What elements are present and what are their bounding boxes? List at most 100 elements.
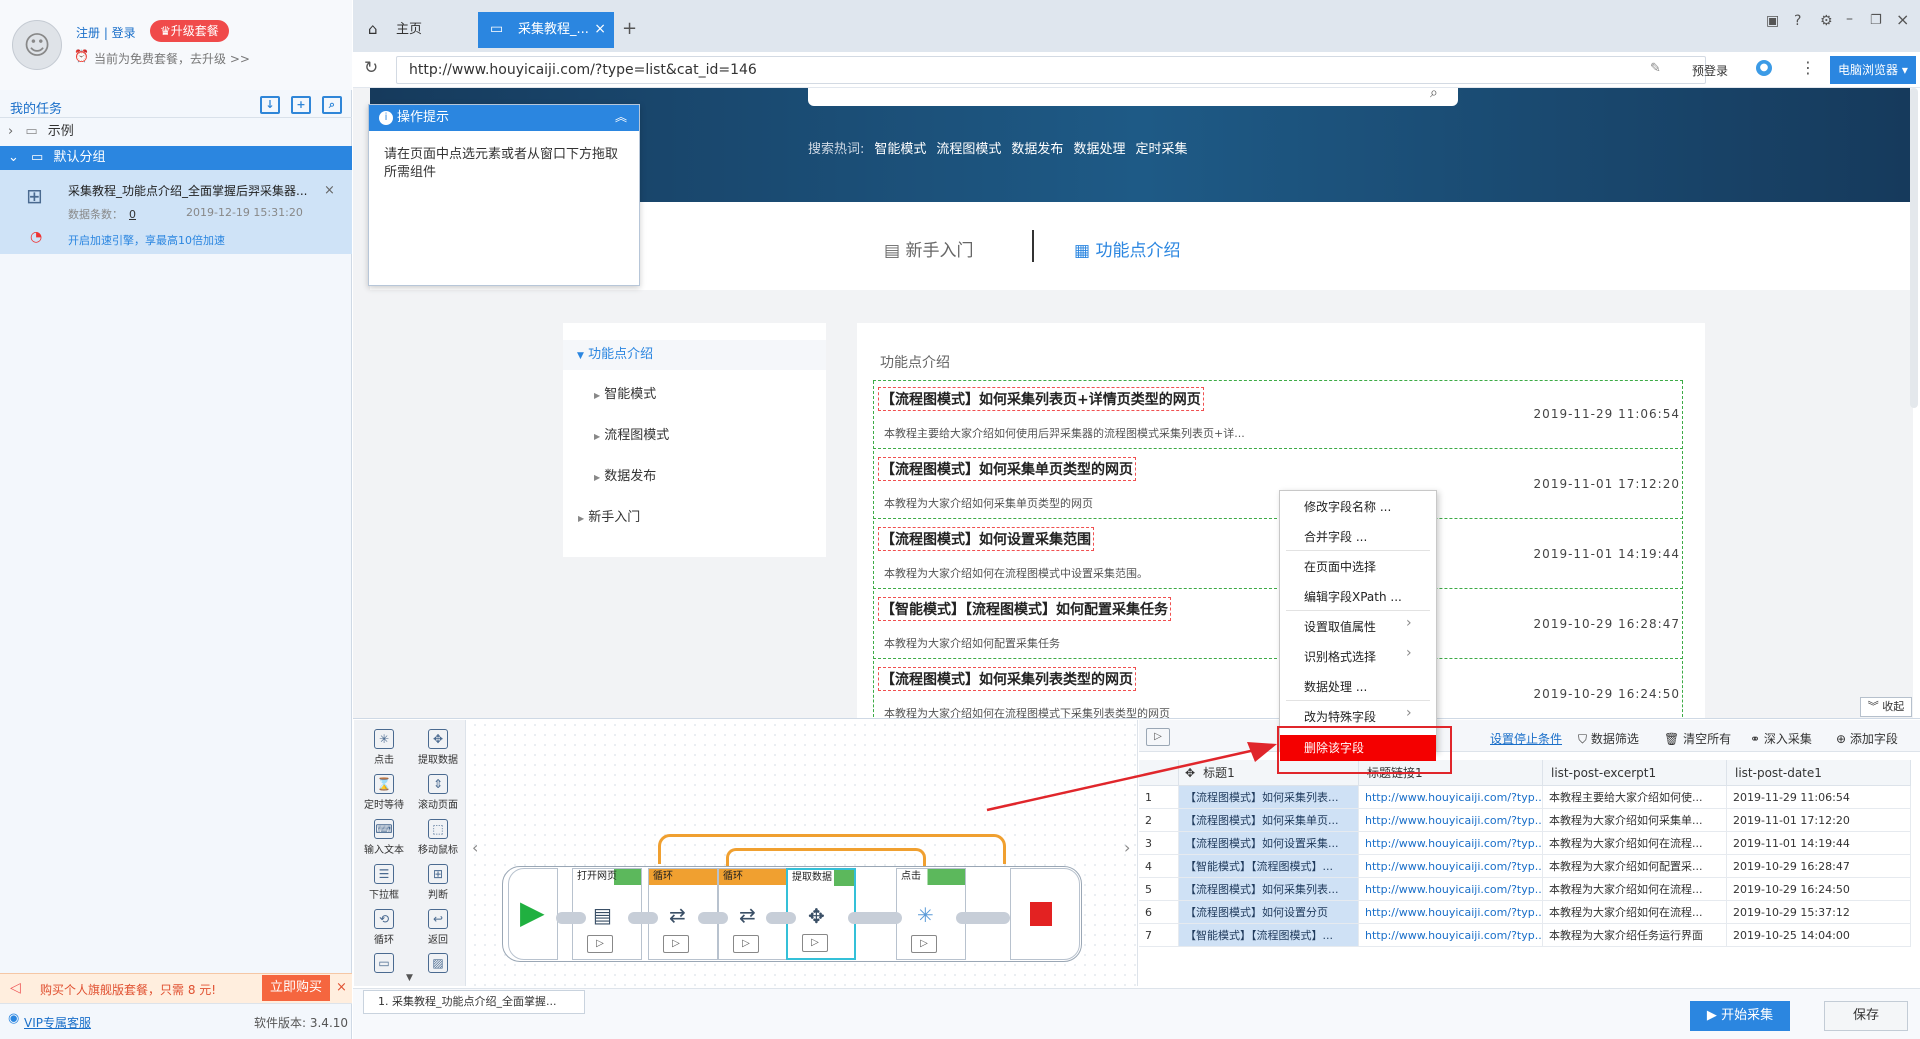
edit-icon[interactable]: ✎	[1650, 62, 1661, 75]
tip-header[interactable]: i 操作提示 ︽	[369, 105, 639, 131]
start-collect-button[interactable]: ▶ 开始采集	[1690, 1001, 1790, 1031]
deep-collect-button[interactable]: ⚭ 深入采集	[1750, 730, 1812, 747]
side-nav-item[interactable]: ▶ 数据发布	[594, 465, 656, 484]
menu-merge-field[interactable]: 合并字段 ...	[1304, 528, 1367, 545]
article-title[interactable]: 【流程图模式】如何设置采集范围	[878, 527, 1094, 551]
table-cell[interactable]: http://www.houyicaiji.com/?typ...	[1359, 901, 1543, 924]
menu-data-process[interactable]: 数据处理 ...	[1304, 678, 1367, 695]
article-title[interactable]: 【智能模式】【流程图模式】如何配置采集任务	[878, 597, 1171, 621]
flow-node-extract[interactable]: 提取数据 ✥ ▷	[786, 868, 856, 960]
article-title[interactable]: 【流程图模式】如何采集单页类型的网页	[878, 457, 1136, 481]
article-item[interactable]: 【流程图模式】如何采集列表页+详情页类型的网页 2019-11-29 11:06:…	[873, 381, 1683, 449]
save-button[interactable]: 保存	[1824, 1001, 1908, 1031]
menu-rename-field[interactable]: 修改字段名称 ...	[1304, 498, 1391, 515]
palette-scroll[interactable]: ⇕ 滚动页面	[412, 771, 464, 815]
palette-click[interactable]: ✳ 点击	[358, 726, 410, 770]
table-cell[interactable]: 本教程为大家介绍任务运行界面	[1543, 924, 1727, 947]
hot-word[interactable]: 数据处理	[1073, 142, 1125, 157]
palette-input[interactable]: ⌨ 输入文本	[358, 816, 410, 860]
close-icon[interactable]: ×	[594, 22, 606, 36]
table-cell[interactable]: 2019-10-25 14:04:00	[1727, 924, 1911, 947]
chevron-left-icon[interactable]: ‹	[472, 840, 478, 856]
new-task-icon[interactable]: +	[291, 96, 311, 114]
article-item[interactable]: 【流程图模式】如何采集单页类型的网页 2019-11-01 17:12:20 本教程…	[873, 451, 1683, 519]
menu-format[interactable]: 识别格式选择 ›	[1304, 646, 1412, 665]
filter-button[interactable]: ⛉ 数据筛选	[1578, 730, 1639, 747]
plan-text[interactable]: 当前为免费套餐，去升级 >>	[94, 50, 250, 67]
refresh-icon[interactable]: ↻	[364, 60, 378, 77]
group-default[interactable]: ⌄ ▭ 默认分组	[0, 146, 352, 170]
table-cell[interactable]: 2019-11-01 17:12:20	[1727, 809, 1911, 832]
prelogin-button[interactable]: 预登录	[1692, 62, 1728, 79]
palette-mouse[interactable]: ⬚ 移动鼠标	[412, 816, 464, 860]
site-tab-features[interactable]: ▦ 功能点介绍	[1074, 236, 1180, 261]
side-nav-item[interactable]: ▶ 智能模式	[594, 383, 656, 402]
side-nav-title[interactable]: ▼ 功能点介绍	[563, 340, 826, 370]
article-item[interactable]: 【流程图模式】如何采集列表类型的网页 2019-10-29 16:24:50 本教程…	[873, 661, 1683, 720]
upgrade-button[interactable]: ♛升级套餐	[150, 20, 229, 42]
palette-wait[interactable]: ⌛ 定时等待	[358, 771, 410, 815]
account-icon[interactable]: ●	[1756, 60, 1772, 76]
node-play-icon[interactable]: ▷	[802, 934, 828, 952]
group-example[interactable]: › ▭ 示例	[0, 120, 352, 144]
avatar[interactable]: ☺	[12, 20, 62, 70]
table-cell[interactable]: 本教程为大家介绍如何配置采...	[1543, 855, 1727, 878]
table-cell[interactable]: http://www.houyicaiji.com/?typ...	[1359, 832, 1543, 855]
hot-word[interactable]: 流程图模式	[936, 142, 1001, 157]
url-input[interactable]: http://www.houyicaiji.com/?type=list&cat…	[396, 56, 1706, 84]
search-task-icon[interactable]: ⌕	[322, 96, 342, 114]
table-cell[interactable]: 2019-10-29 15:37:12	[1727, 901, 1911, 924]
menu-edit-xpath[interactable]: 编辑字段XPath ...	[1304, 588, 1402, 605]
palette-extract[interactable]: ✥ 提取数据	[412, 726, 464, 770]
close-icon[interactable]: ×	[336, 981, 347, 994]
hot-word[interactable]: 定时采集	[1135, 142, 1187, 157]
new-tab-icon[interactable]: +	[622, 20, 637, 38]
table-cell[interactable]: 本教程为大家介绍如何在流程...	[1543, 832, 1727, 855]
table-cell[interactable]: 2019-10-29 16:24:50	[1727, 878, 1911, 901]
help-icon[interactable]: ?	[1794, 14, 1801, 28]
search-icon[interactable]: ⌕	[1430, 86, 1438, 100]
minimize-icon[interactable]: –	[1846, 12, 1853, 26]
count-value[interactable]: 0	[129, 208, 136, 221]
menu-value-attr[interactable]: 设置取值属性 ›	[1304, 616, 1412, 635]
tab-home[interactable]: ⌂ 主页	[356, 12, 476, 48]
node-play-icon[interactable]: ▷	[663, 935, 689, 953]
hot-word[interactable]: 智能模式	[874, 142, 926, 157]
table-cell[interactable]: http://www.houyicaiji.com/?typ...	[1359, 924, 1543, 947]
boost-link[interactable]: 开启加速引擎，享最高10倍加速	[68, 232, 225, 248]
table-cell[interactable]: 本教程为大家介绍如何采集单...	[1543, 809, 1727, 832]
add-field-button[interactable]: ⊕ 添加字段	[1836, 730, 1898, 747]
table-cell[interactable]: 2019-11-29 11:06:54	[1727, 786, 1911, 809]
tab-tutorial[interactable]: ▭ 采集教程_... ×	[478, 12, 614, 48]
more-icon[interactable]: ⋮	[1800, 60, 1816, 76]
side-nav-item[interactable]: ▶ 新手入门	[578, 506, 640, 525]
close-icon[interactable]: ×	[324, 184, 335, 197]
vip-service-link[interactable]: VIP专属客服	[24, 1014, 91, 1031]
window-close-icon[interactable]: ×	[1896, 12, 1909, 28]
table-header[interactable]: list-post-excerpt1	[1543, 760, 1727, 786]
settings-icon[interactable]: ⚙	[1820, 14, 1833, 28]
palette-loop[interactable]: ⟲ 循环	[358, 906, 410, 950]
site-tab-beginner[interactable]: ▤ 新手入门	[884, 236, 973, 261]
menu-select-in-page[interactable]: 在页面中选择	[1304, 558, 1376, 575]
article-title[interactable]: 【流程图模式】如何采集列表类型的网页	[878, 667, 1136, 691]
table-cell[interactable]: 【智能模式】【流程图模式】...	[1179, 924, 1359, 947]
node-play-icon[interactable]: ▷	[733, 935, 759, 953]
node-play-icon[interactable]: ▷	[587, 935, 613, 953]
import-icon[interactable]: ↓	[260, 96, 280, 114]
table-cell[interactable]: 【流程图模式】如何采集列表...	[1179, 878, 1359, 901]
table-header[interactable]: list-post-date1	[1727, 760, 1911, 786]
collapse-button[interactable]: ︾ 收起	[1860, 697, 1912, 717]
palette-more-2[interactable]: ▨	[412, 950, 464, 980]
palette-dropdown[interactable]: ☰ 下拉框	[358, 861, 410, 905]
palette-more[interactable]: ▭	[358, 950, 410, 980]
chevron-down-icon[interactable]: ▼	[406, 974, 413, 983]
browser-select[interactable]: 电脑浏览器 ▾	[1830, 56, 1916, 84]
table-cell[interactable]: 本教程主要给大家介绍如何使...	[1543, 786, 1727, 809]
stop-condition-link[interactable]: 设置停止条件	[1490, 730, 1562, 747]
web-scrollbar[interactable]	[1910, 88, 1918, 408]
table-cell[interactable]: http://www.houyicaiji.com/?typ...	[1359, 786, 1543, 809]
table-cell[interactable]: 本教程为大家介绍如何在流程...	[1543, 878, 1727, 901]
login-link[interactable]: 注册 | 登录	[76, 24, 136, 41]
table-cell[interactable]: http://www.houyicaiji.com/?typ...	[1359, 855, 1543, 878]
